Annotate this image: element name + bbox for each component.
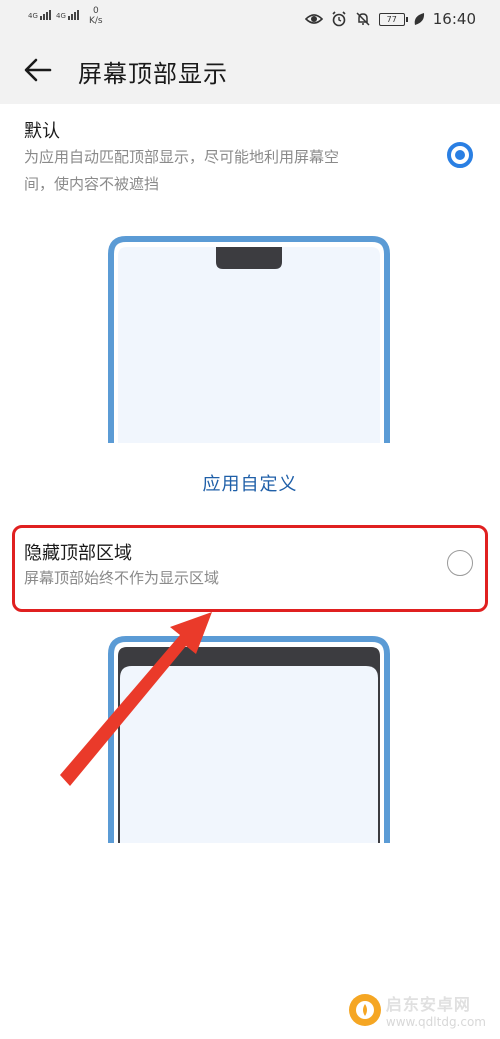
watermark-url: www.qdltdg.com (385, 1015, 486, 1029)
watermark-logo-icon (348, 994, 381, 1026)
red-arrow-annotation (60, 612, 212, 786)
watermark: 启东安卓网 www.qdltdg.com (348, 991, 486, 1029)
watermark-brand: 启东安卓网 (385, 995, 471, 1014)
